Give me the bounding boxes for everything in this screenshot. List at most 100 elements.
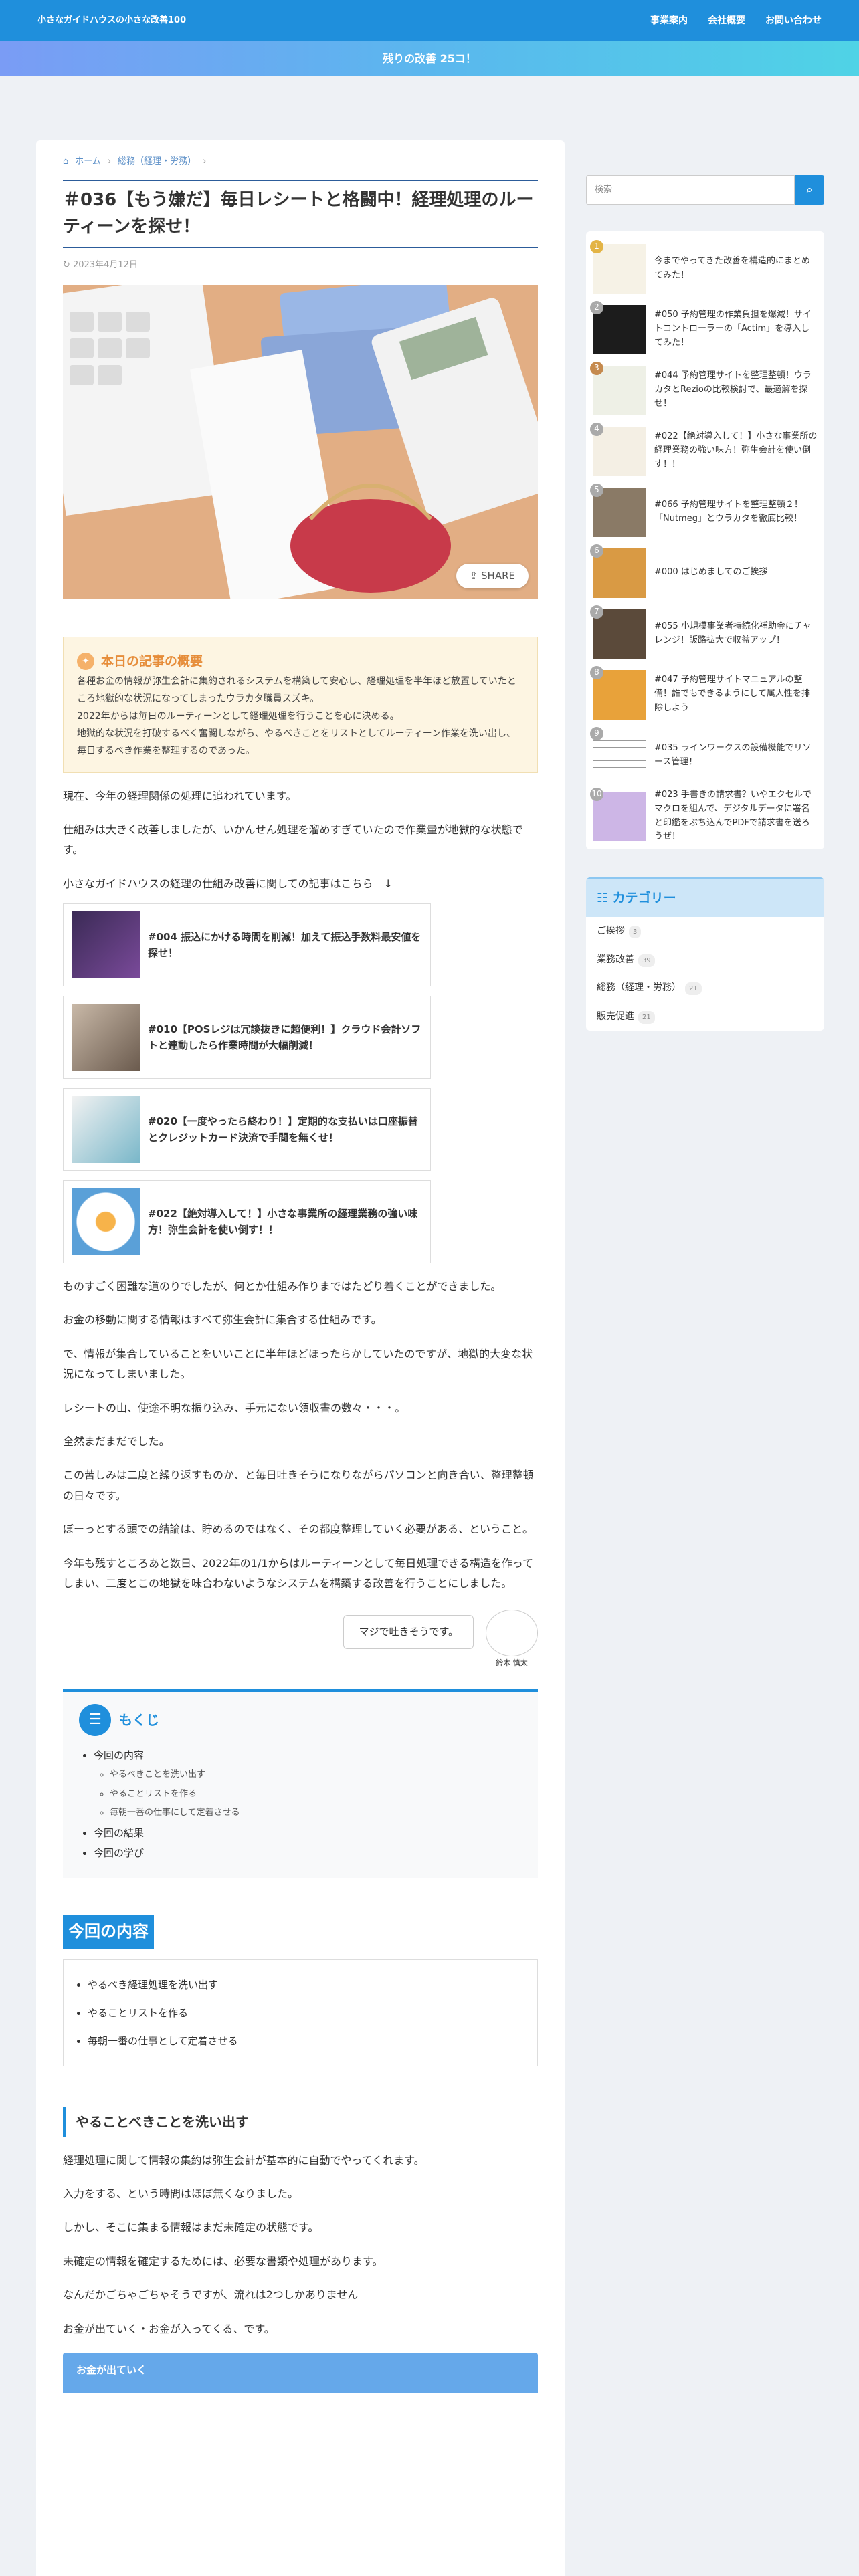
related-card[interactable]: #004 振込にかける時間を削減！加えて振込手数料最安値を探せ！ [63,903,431,987]
category-count: 39 [638,954,655,967]
body-paragraph: 今年も残すところあと数日、2022年の1/1からはルーティーンとして毎日処理でき… [63,1556,534,1590]
toc-subitem[interactable]: やるべきことを洗い出す [110,1765,522,1785]
ranking-item[interactable]: 9 #035 ラインワークスの設備機能でリソース管理！ [590,725,818,786]
list-icon: ☷ [597,891,613,905]
section-heading: 今回の内容 [63,1915,154,1949]
body-paragraph: なんだかごちゃごちゃそうですが、流れは2つしかありません [63,2288,359,2302]
body-paragraph: 仕組みは大きく改善しましたが、いかんせん処理を溜めすぎていたので作業量が地獄的な… [63,823,523,857]
ranking-title: 今までやってきた改善を構造的にまとめてみた！ [654,255,810,280]
ranking-thumbnail: 10 [590,787,646,841]
card-title: #022【絶対導入して！】小さな事業所の経理業務の強い味方！弥生会計を使い倒す！… [148,1208,418,1237]
body-paragraph: レシートの山、使途不明な振り込み、手元にない領収書の数々・・・。 [63,1401,406,1414]
ranking-item[interactable]: 2 #050 予約管理の作業負担を爆減！サイトコントローラーの「Actim」を導… [590,299,818,360]
body-paragraph: ものすごく困難な道のりでしたが、何とか仕組み作りまではたどり着くことができました… [63,1280,502,1293]
ranking-thumbnail: 3 [590,361,646,415]
rank-badge: 5 [590,483,603,497]
eyecatch-image: ⇪ SHARE [63,284,538,599]
card-thumbnail [72,1096,140,1164]
notice-bar[interactable]: 残りの改善 25コ！ [0,41,859,76]
nav-item-business[interactable]: 事業案内 [650,12,688,30]
breadcrumb-home[interactable]: ホーム [75,154,101,171]
ranking-thumbnail: 7 [590,605,646,659]
summary-line: 各種お金の情報が弥生会計に集約されるシステムを構築して安心し、経理処理を半年ほど… [77,676,516,704]
update-icon: ↻ [63,260,74,271]
breadcrumb: ⌂ ホーム › 総務（経理・労務） › [63,154,538,171]
search-form: 検索 ⌕ [586,175,824,205]
body-paragraph: ぼーっとする頭での結論は、貯めるのではなく、その都度整理していく必要がある、とい… [63,1523,534,1536]
card-thumbnail [72,1004,140,1071]
table-of-contents: ☰ もくじ 今回の内容 やるべきことを洗い出す やることリストを作る 毎朝一番の… [63,1689,538,1879]
ranking-thumbnail: 8 [590,665,646,720]
ranking-item[interactable]: 3 #044 予約管理サイトを整理整頓！ウラカタとRezioの比較検討で、最適解… [590,360,818,421]
body-paragraph: お金の移動に関する情報はすべて弥生会計に集合する仕組みです。 [63,1313,382,1327]
ranking-item[interactable]: 10 #023 手書きの請求書？いやエクセルでマクロを組んで、デジタルデータに署… [590,786,818,847]
category-name: ご挨拶 [597,926,625,937]
toc-subitem[interactable]: やることリストを作る [110,1785,522,1804]
ranking-widget: 1 今までやってきた改善を構造的にまとめてみた！ 2 #050 予約管理の作業負… [586,231,824,849]
ranking-title: #023 手書きの請求書？いやエクセルでマクロを組んで、デジタルデータに署名と印… [654,789,812,842]
subsection-heading: やることべきことを洗い出す [63,2106,538,2137]
ranking-title: #066 予約管理サイトを整理整頓２！「Nutmeg」とウラカタを徹底比較！ [654,499,803,524]
avatar-image [486,1610,538,1657]
rank-badge: 9 [590,726,603,740]
rank-badge: 1 [590,239,603,253]
category-name: 販売促進 [597,1010,634,1022]
nav-item-contact[interactable]: お問い合わせ [765,12,822,30]
ranking-item[interactable]: 4 #022【絶対導入して！】小さな事業所の経理業務の強い味方！弥生会計を使い倒… [590,421,818,481]
card-title: #004 振込にかける時間を削減！加えて振込手数料最安値を探せ！ [148,931,421,960]
category-item[interactable]: 販売促進 21 [586,1002,824,1031]
ranking-item[interactable]: 6 #000 はじめましてのご挨拶 [590,542,818,603]
body-paragraph: 入力をする、という時間はほぼ無くなりました。 [63,2187,299,2201]
card-thumbnail [72,1188,140,1256]
breadcrumb-category[interactable]: 総務（経理・労務） [118,154,196,171]
toc-header: ☰ もくじ [79,1704,522,1737]
body-paragraph: 現在、今年の経理関係の処理に追われています。 [63,789,297,802]
search-button[interactable]: ⌕ [795,175,824,205]
home-icon: ⌂ [63,156,69,167]
rank-badge: 2 [590,300,603,314]
post-date: ↻ 2023年4月12日 [63,257,538,274]
toc-item[interactable]: 今回の結果 [94,1823,522,1843]
toc-item[interactable]: 今回の内容 [94,1749,144,1761]
summary-line: 地獄的な状況を打破するべく奮闘しながら、やるべきことをリストとしてルーティーン作… [77,728,516,756]
share-button[interactable]: ⇪ SHARE [456,564,529,588]
category-count: 3 [629,926,642,939]
category-item[interactable]: 総務（経理・労務） 21 [586,974,824,1002]
category-count: 21 [685,982,702,996]
body-paragraph: で、情報が集合していることをいいことに半年ほどほったらかしていたのですが、地獄的… [63,1347,533,1381]
ranking-title: #022【絶対導入して！】小さな事業所の経理業務の強い味方！弥生会計を使い倒す！… [654,431,818,469]
list-item: やることリストを作る [88,1999,513,2027]
ranking-title: #047 予約管理サイトマニュアルの整備！誰でもできるようにして属人性を排除しよ… [654,675,810,713]
category-count: 21 [638,1010,655,1024]
search-input[interactable]: 検索 [586,175,795,205]
body-paragraph: 未確定の情報を確定するためには、必要な書類や処理があります。 [63,2254,383,2268]
related-card[interactable]: #020【一度やったら終わり！】定期的な支払いは口座振替とクレジットカード決済で… [63,1088,431,1172]
ranking-title: #000 はじめましてのご挨拶 [654,567,768,578]
ranking-item[interactable]: 7 #055 小規模事業者持続化補助金にチャレンジ！販路拡大で収益アップ！ [590,603,818,664]
body-paragraph: お金が出ていく・お金が入ってくる、です。 [63,2322,275,2335]
toc-item[interactable]: 今回の学び [94,1843,522,1863]
nav-item-company[interactable]: 会社概要 [708,12,745,30]
card-thumbnail [72,911,140,979]
site-title[interactable]: 小さなガイドハウスの小さな改善100 [37,13,186,29]
related-card[interactable]: #010【POSレジは冗談抜きに超便利！】クラウド会計ソフトと連動したら作業時間… [63,996,431,1079]
rank-badge: 7 [590,605,603,619]
rank-badge: 6 [590,544,603,558]
speaker-name: 鈴木 慎太 [496,1658,528,1668]
ranking-thumbnail: 4 [590,422,646,476]
rank-badge: 10 [590,787,603,801]
ranking-item[interactable]: 1 今までやってきた改善を構造的にまとめてみた！ [590,238,818,299]
rank-badge: 8 [590,665,603,679]
category-item[interactable]: 業務改善 39 [586,946,824,974]
ranking-title: #055 小規模事業者持続化補助金にチャレンジ！販路拡大で収益アップ！ [654,621,812,645]
ranking-item[interactable]: 5 #066 予約管理サイトを整理整頓２！「Nutmeg」とウラカタを徹底比較！ [590,481,818,542]
ranking-thumbnail: 9 [590,726,646,780]
category-item[interactable]: ご挨拶 3 [586,917,824,946]
caption-box: お金が出ていく [63,2352,538,2393]
related-card[interactable]: #022【絶対導入して！】小さな事業所の経理業務の強い味方！弥生会計を使い倒す！… [63,1180,431,1264]
site-header: 小さなガイドハウスの小さな改善100 事業案内 会社概要 お問い合わせ [0,0,859,41]
body-paragraph: 全然まだまだでした。 [63,1435,170,1448]
ranking-item[interactable]: 8 #047 予約管理サイトマニュアルの整備！誰でもできるようにして属人性を排除… [590,664,818,725]
ranking-title: #035 ラインワークスの設備機能でリソース管理！ [654,742,812,767]
toc-subitem[interactable]: 毎朝一番の仕事にして定着させる [110,1804,522,1823]
